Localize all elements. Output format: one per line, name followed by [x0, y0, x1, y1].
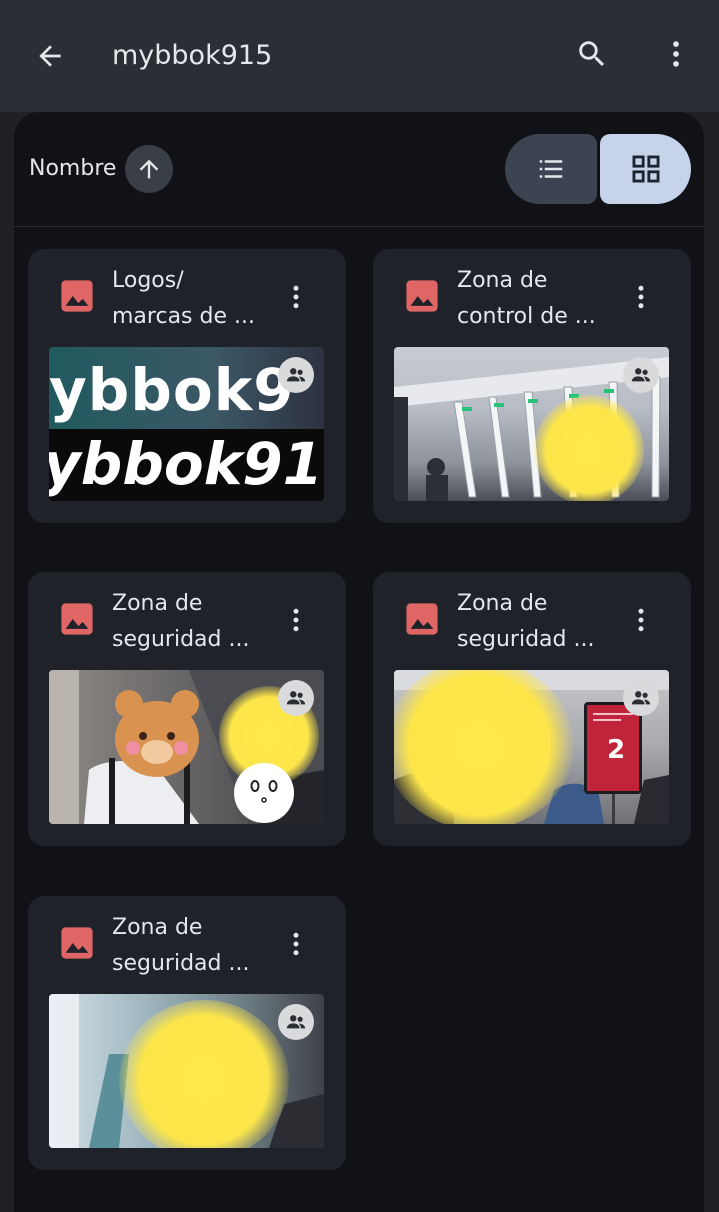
sign-number: 2 [607, 735, 626, 765]
file-more-button[interactable] [621, 277, 661, 317]
logo-text-bottom: ybbok91 [49, 430, 323, 498]
file-thumbnail [49, 994, 324, 1148]
more-vert-icon [293, 285, 299, 309]
file-card[interactable]: Zona de control de ... [373, 249, 691, 523]
file-card[interactable]: Zona de seguridad ... [28, 572, 346, 846]
file-name: Logos/ marcas de ... [112, 268, 255, 329]
file-thumbnail: 2 [394, 670, 669, 824]
teddy-bear-sticker [115, 690, 199, 777]
more-vert-icon [638, 608, 644, 632]
image-file-icon [61, 280, 93, 312]
more-vert-icon [293, 608, 299, 632]
image-file-icon [406, 603, 438, 635]
shared-badge [623, 357, 659, 393]
more-vert-icon [293, 932, 299, 956]
people-icon [286, 691, 306, 705]
people-icon [631, 691, 651, 705]
grid-view-icon [632, 155, 659, 183]
divider [14, 226, 704, 227]
file-name: Zona de seguridad ... [457, 591, 595, 652]
privacy-blur [394, 670, 574, 824]
shared-badge [278, 357, 314, 393]
arrow-upward-icon [139, 159, 159, 179]
sort-direction-button[interactable] [125, 145, 173, 193]
view-toggle [505, 134, 691, 204]
privacy-blur [119, 1000, 289, 1148]
file-more-button[interactable] [276, 924, 316, 964]
people-icon [631, 368, 651, 382]
search-icon [579, 41, 605, 67]
image-file-icon [406, 280, 438, 312]
shared-badge [623, 680, 659, 716]
back-button[interactable] [26, 32, 74, 80]
more-vert-icon [673, 41, 679, 67]
file-card[interactable]: Logos/ marcas de ... ybbok9 ybbok91 [28, 249, 346, 523]
file-name: Zona de seguridad ... [112, 915, 250, 976]
file-more-button[interactable] [621, 600, 661, 640]
grid-view-button[interactable] [600, 134, 691, 204]
file-thumbnail [49, 670, 324, 824]
privacy-blur [534, 395, 644, 501]
file-card[interactable]: Zona de seguridad ... [28, 896, 346, 1170]
page-title: mybbok915 [112, 40, 273, 71]
face-sticker [234, 763, 294, 823]
queue-sign: 2 [584, 702, 642, 794]
people-icon [286, 368, 306, 382]
file-name: Zona de seguridad ... [112, 591, 250, 652]
list-view-icon [539, 160, 563, 178]
image-file-icon [61, 603, 93, 635]
file-thumbnail [394, 347, 669, 501]
file-more-button[interactable] [276, 600, 316, 640]
file-more-button[interactable] [276, 277, 316, 317]
image-file-icon [61, 927, 93, 959]
file-thumbnail: ybbok9 ybbok91 [49, 347, 324, 501]
people-icon [286, 1015, 306, 1029]
file-card[interactable]: Zona de seguridad ... 2 [373, 572, 691, 846]
more-vert-icon [638, 285, 644, 309]
sort-label-button[interactable]: Nombre [29, 154, 116, 184]
file-name: Zona de control de ... [457, 268, 596, 329]
shared-badge [278, 680, 314, 716]
search-button[interactable] [568, 30, 616, 78]
list-view-button[interactable] [505, 134, 597, 204]
more-options-button[interactable] [652, 30, 700, 78]
arrow-back-icon [39, 45, 61, 67]
shared-badge [278, 1004, 314, 1040]
